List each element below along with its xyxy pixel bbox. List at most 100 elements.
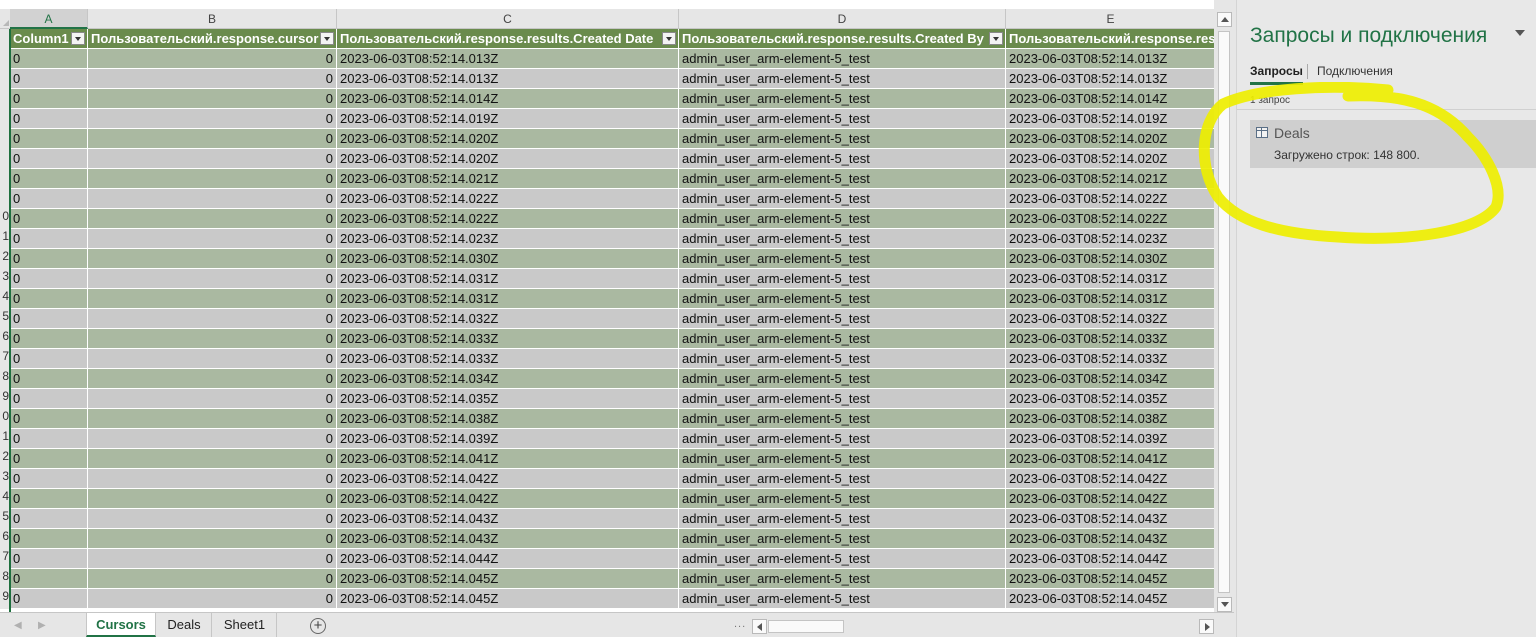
table-cell[interactable]: 2023-06-03T08:52:14.038Z xyxy=(1006,409,1214,429)
table-cell[interactable]: 2023-06-03T08:52:14.023Z xyxy=(337,229,679,249)
table-cell[interactable]: 2023-06-03T08:52:14.042Z xyxy=(1006,469,1214,489)
table-cell[interactable]: 2023-06-03T08:52:14.039Z xyxy=(337,429,679,449)
sheet-tab-sheet1[interactable]: Sheet1 xyxy=(213,613,277,637)
table-header-cell[interactable]: Пользовательский.response.results.Create… xyxy=(337,29,679,49)
table-cell[interactable]: 2023-06-03T08:52:14.022Z xyxy=(1006,209,1214,229)
scroll-down-button[interactable] xyxy=(1217,597,1232,612)
table-cell[interactable]: 0 xyxy=(88,289,337,309)
table-cell[interactable]: admin_user_arm-element-5_test xyxy=(679,369,1006,389)
table-cell[interactable]: 0 xyxy=(10,69,88,89)
table-cell[interactable]: 2023-06-03T08:52:14.022Z xyxy=(337,209,679,229)
scroll-up-button[interactable] xyxy=(1217,12,1232,27)
table-cell[interactable]: admin_user_arm-element-5_test xyxy=(679,69,1006,89)
table-cell[interactable]: 2023-06-03T08:52:14.013Z xyxy=(1006,69,1214,89)
table-cell[interactable]: 0 xyxy=(88,189,337,209)
table-cell[interactable]: 2023-06-03T08:52:14.045Z xyxy=(1006,569,1214,589)
table-cell[interactable]: 0 xyxy=(10,309,88,329)
table-cell[interactable]: 2023-06-03T08:52:14.032Z xyxy=(1006,309,1214,329)
table-cell[interactable]: 0 xyxy=(88,209,337,229)
pane-options-icon[interactable] xyxy=(1515,30,1525,36)
table-cell[interactable]: 2023-06-03T08:52:14.033Z xyxy=(1006,329,1214,349)
table-cell[interactable]: 0 xyxy=(10,89,88,109)
table-cell[interactable]: 0 xyxy=(10,109,88,129)
table-cell[interactable]: 2023-06-03T08:52:14.020Z xyxy=(1006,129,1214,149)
table-cell[interactable]: 0 xyxy=(10,549,88,569)
spreadsheet-grid[interactable]: ABCDE Column1 Пользовательский.response.c… xyxy=(0,0,1214,612)
table-cell[interactable]: 2023-06-03T08:52:14.042Z xyxy=(1006,489,1214,509)
table-cell[interactable]: 0 xyxy=(10,409,88,429)
table-cell[interactable]: admin_user_arm-element-5_test xyxy=(679,489,1006,509)
table-cell[interactable]: 0 xyxy=(10,209,88,229)
table-cell[interactable]: 2023-06-03T08:52:14.045Z xyxy=(337,589,679,609)
table-cell[interactable]: 2023-06-03T08:52:14.014Z xyxy=(1006,89,1214,109)
table-cell[interactable]: 2023-06-03T08:52:14.033Z xyxy=(337,329,679,349)
table-cell[interactable]: admin_user_arm-element-5_test xyxy=(679,469,1006,489)
table-cell[interactable]: 2023-06-03T08:52:14.044Z xyxy=(337,549,679,569)
table-cell[interactable]: 0 xyxy=(88,69,337,89)
table-cell[interactable]: admin_user_arm-element-5_test xyxy=(679,129,1006,149)
table-header-cell[interactable]: Column1 xyxy=(10,29,88,49)
table-cell[interactable]: 0 xyxy=(88,249,337,269)
table-cell[interactable]: 2023-06-03T08:52:14.041Z xyxy=(337,449,679,469)
table-cell[interactable]: 2023-06-03T08:52:14.020Z xyxy=(337,149,679,169)
table-cell[interactable]: 0 xyxy=(10,249,88,269)
table-cell[interactable]: 2023-06-03T08:52:14.043Z xyxy=(1006,509,1214,529)
table-cell[interactable]: 0 xyxy=(10,529,88,549)
table-cell[interactable]: 0 xyxy=(10,449,88,469)
table-cell[interactable]: 2023-06-03T08:52:14.020Z xyxy=(337,129,679,149)
table-cell[interactable]: 0 xyxy=(88,329,337,349)
table-cell[interactable]: 0 xyxy=(88,149,337,169)
table-cell[interactable]: 0 xyxy=(10,569,88,589)
table-cell[interactable]: 2023-06-03T08:52:14.031Z xyxy=(337,269,679,289)
table-cell[interactable]: 2023-06-03T08:52:14.033Z xyxy=(1006,349,1214,369)
table-cell[interactable]: 2023-06-03T08:52:14.042Z xyxy=(337,489,679,509)
table-cell[interactable]: 2023-06-03T08:52:14.034Z xyxy=(1006,369,1214,389)
table-cell[interactable]: 0 xyxy=(88,469,337,489)
table-header-cell[interactable]: Пользовательский.response.results.Modifi… xyxy=(1006,29,1214,49)
table-cell[interactable]: 0 xyxy=(88,489,337,509)
select-all-corner[interactable] xyxy=(0,9,10,29)
sheet-tab-deals[interactable]: Deals xyxy=(157,613,212,637)
scroll-left-button[interactable] xyxy=(752,619,767,634)
table-cell[interactable]: admin_user_arm-element-5_test xyxy=(679,529,1006,549)
table-cell[interactable]: 2023-06-03T08:52:14.030Z xyxy=(337,249,679,269)
table-cell[interactable]: 2023-06-03T08:52:14.045Z xyxy=(1006,589,1214,609)
table-cell[interactable]: 2023-06-03T08:52:14.023Z xyxy=(1006,229,1214,249)
table-cell[interactable]: admin_user_arm-element-5_test xyxy=(679,309,1006,329)
table-cell[interactable]: 0 xyxy=(10,229,88,249)
table-cell[interactable]: 2023-06-03T08:52:14.039Z xyxy=(1006,429,1214,449)
column-header-e[interactable]: E xyxy=(1006,9,1214,29)
table-cell[interactable]: admin_user_arm-element-5_test xyxy=(679,109,1006,129)
table-cell[interactable]: admin_user_arm-element-5_test xyxy=(679,349,1006,369)
next-sheet-icon[interactable]: ▶ xyxy=(38,620,46,631)
column-header-a[interactable]: A xyxy=(10,9,88,29)
table-cell[interactable]: 2023-06-03T08:52:14.022Z xyxy=(337,189,679,209)
table-cell[interactable]: 2023-06-03T08:52:14.033Z xyxy=(337,349,679,369)
table-cell[interactable]: 0 xyxy=(88,389,337,409)
table-cell[interactable]: 0 xyxy=(10,269,88,289)
table-cell[interactable]: admin_user_arm-element-5_test xyxy=(679,209,1006,229)
table-cell[interactable]: 0 xyxy=(10,49,88,69)
table-cell[interactable]: 0 xyxy=(88,569,337,589)
table-cell[interactable]: 0 xyxy=(88,449,337,469)
table-cell[interactable]: 0 xyxy=(88,549,337,569)
table-cell[interactable]: 0 xyxy=(88,169,337,189)
table-cell[interactable]: 0 xyxy=(88,429,337,449)
table-cell[interactable]: admin_user_arm-element-5_test xyxy=(679,329,1006,349)
table-cell[interactable]: 0 xyxy=(88,589,337,609)
split-handle-icon[interactable]: ... xyxy=(734,618,746,630)
table-cell[interactable]: 2023-06-03T08:52:14.044Z xyxy=(1006,549,1214,569)
table-cell[interactable]: admin_user_arm-element-5_test xyxy=(679,569,1006,589)
table-cell[interactable]: admin_user_arm-element-5_test xyxy=(679,389,1006,409)
table-cell[interactable]: 2023-06-03T08:52:14.045Z xyxy=(337,569,679,589)
table-cell[interactable]: 0 xyxy=(10,489,88,509)
table-header-cell[interactable]: Пользовательский.response.cursor xyxy=(88,29,337,49)
sheet-tab-cursors[interactable]: Cursors xyxy=(86,613,156,637)
table-cell[interactable]: 0 xyxy=(88,129,337,149)
table-cell[interactable]: 2023-06-03T08:52:14.043Z xyxy=(337,509,679,529)
table-cell[interactable]: 0 xyxy=(88,369,337,389)
table-cell[interactable]: admin_user_arm-element-5_test xyxy=(679,169,1006,189)
table-cell[interactable]: 2023-06-03T08:52:14.013Z xyxy=(1006,49,1214,69)
table-cell[interactable]: 0 xyxy=(10,369,88,389)
filter-dropdown-icon[interactable] xyxy=(71,32,85,45)
